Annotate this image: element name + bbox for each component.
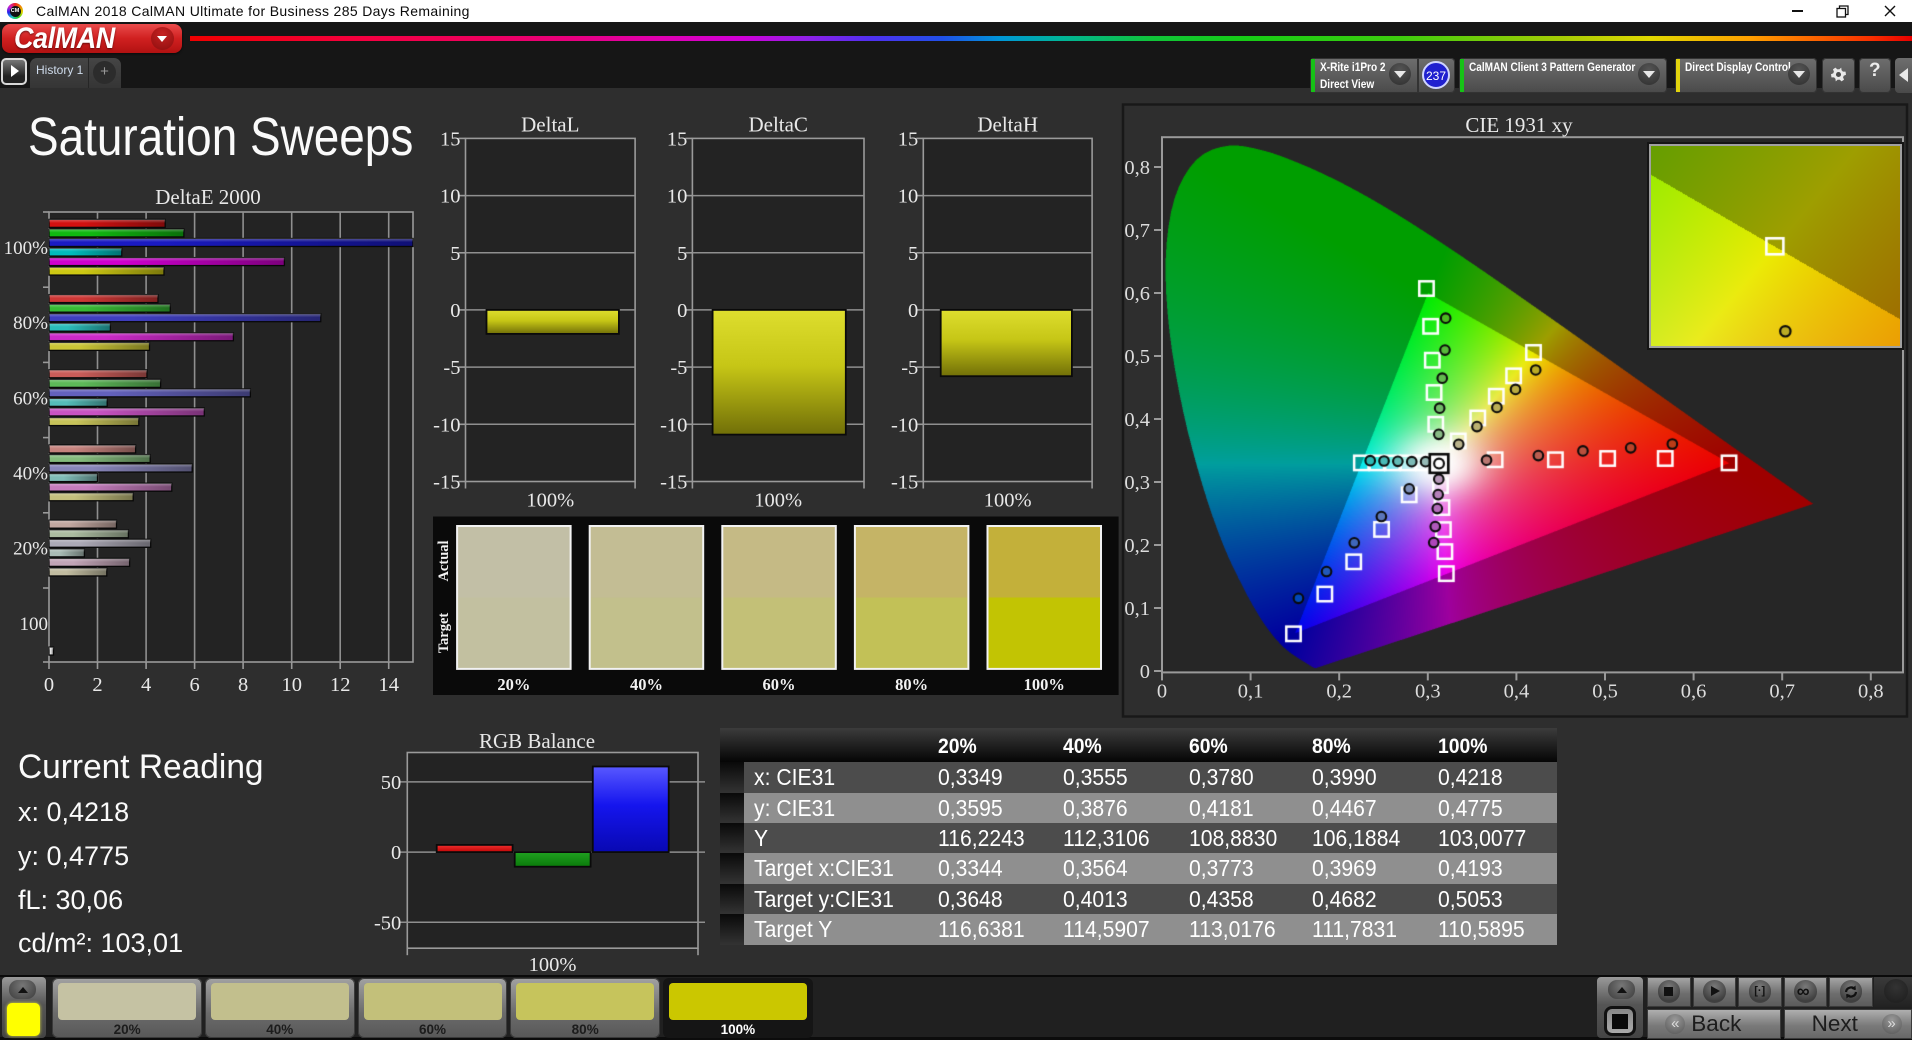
svg-text:DeltaH: DeltaH: [977, 112, 1038, 136]
svg-text:0,6: 0,6: [1124, 283, 1150, 305]
svg-text:100%: 100%: [529, 954, 577, 976]
svg-text:0,2: 0,2: [1326, 680, 1352, 702]
svg-text:0: 0: [391, 842, 401, 864]
svg-text:0,7: 0,7: [1769, 680, 1795, 702]
svg-text:0: 0: [450, 300, 460, 322]
svg-text:0,1: 0,1: [1124, 598, 1150, 620]
svg-text:0,1: 0,1: [1238, 680, 1264, 702]
svg-text:0,5: 0,5: [1124, 346, 1150, 368]
svg-text:60%: 60%: [13, 388, 48, 409]
svg-text:5: 5: [677, 243, 687, 265]
svg-text:10: 10: [898, 186, 919, 208]
svg-text:14: 14: [378, 674, 399, 696]
svg-text:0,8: 0,8: [1858, 680, 1884, 702]
svg-text:-10: -10: [891, 414, 918, 436]
svg-text:-15: -15: [433, 472, 460, 494]
svg-text:-5: -5: [443, 357, 460, 379]
svg-text:-50: -50: [374, 912, 401, 934]
svg-text:0,6: 0,6: [1681, 680, 1707, 702]
svg-text:0,4: 0,4: [1504, 680, 1530, 702]
svg-text:15: 15: [898, 128, 919, 150]
svg-text:40%: 40%: [630, 675, 663, 694]
svg-text:-15: -15: [660, 472, 687, 494]
svg-text:5: 5: [450, 243, 460, 265]
svg-text:0,5: 0,5: [1592, 680, 1618, 702]
svg-text:0,3: 0,3: [1124, 472, 1150, 494]
svg-text:-10: -10: [660, 414, 687, 436]
svg-text:0,7: 0,7: [1124, 220, 1150, 242]
svg-text:6: 6: [189, 674, 199, 696]
svg-text:0,3: 0,3: [1415, 680, 1441, 702]
svg-text:5: 5: [908, 243, 918, 265]
svg-text:RGB Balance: RGB Balance: [479, 729, 595, 753]
svg-text:12: 12: [330, 674, 351, 696]
svg-text:100: 100: [20, 614, 49, 635]
svg-text:0,2: 0,2: [1124, 535, 1150, 557]
svg-text:CIE 1931 xy: CIE 1931 xy: [1465, 113, 1573, 137]
svg-text:60%: 60%: [763, 675, 796, 694]
svg-text:8: 8: [238, 674, 248, 696]
svg-text:80%: 80%: [13, 313, 48, 334]
svg-text:15: 15: [440, 128, 461, 150]
svg-text:0: 0: [1157, 680, 1167, 702]
svg-text:10: 10: [667, 186, 688, 208]
svg-text:0,4: 0,4: [1124, 409, 1150, 431]
svg-text:-10: -10: [433, 414, 460, 436]
svg-text:100%: 100%: [984, 490, 1032, 512]
svg-text:0: 0: [1140, 661, 1150, 683]
svg-text:DeltaE 2000: DeltaE 2000: [155, 185, 261, 209]
svg-text:Actual: Actual: [436, 540, 452, 581]
svg-text:-15: -15: [891, 472, 918, 494]
svg-text:100%: 100%: [4, 238, 49, 259]
svg-text:10: 10: [281, 674, 302, 696]
svg-text:0: 0: [908, 300, 918, 322]
svg-text:DeltaC: DeltaC: [748, 112, 807, 136]
svg-text:20%: 20%: [13, 539, 48, 560]
svg-text:DeltaL: DeltaL: [521, 112, 579, 136]
svg-text:0: 0: [677, 300, 687, 322]
svg-text:2: 2: [92, 674, 102, 696]
svg-text:4: 4: [141, 674, 151, 696]
svg-text:40%: 40%: [13, 464, 48, 485]
svg-text:50: 50: [381, 772, 402, 794]
svg-text:0: 0: [44, 674, 54, 696]
svg-text:15: 15: [667, 128, 688, 150]
svg-text:Target: Target: [436, 613, 452, 654]
svg-text:80%: 80%: [895, 675, 928, 694]
svg-text:-5: -5: [670, 357, 687, 379]
svg-text:-5: -5: [901, 357, 918, 379]
svg-text:20%: 20%: [497, 675, 530, 694]
svg-text:100%: 100%: [754, 490, 802, 512]
svg-text:100%: 100%: [526, 490, 574, 512]
svg-text:100%: 100%: [1024, 675, 1065, 694]
svg-text:0,8: 0,8: [1124, 157, 1150, 179]
svg-text:10: 10: [440, 186, 461, 208]
